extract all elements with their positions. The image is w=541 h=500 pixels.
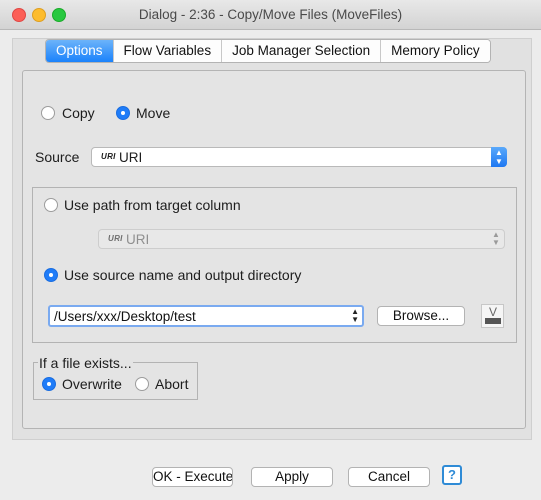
target-column-value: URI <box>126 232 150 247</box>
tab-job-manager-selection[interactable]: Job Manager Selection <box>221 40 381 62</box>
source-select[interactable]: URI URI ▲ ▼ <box>91 147 507 167</box>
apply-button[interactable]: Apply <box>251 467 333 487</box>
output-directory-combo[interactable]: /Users/xxx/Desktop/test ▲ ▼ <box>48 305 364 327</box>
tab-options[interactable]: Options <box>46 40 113 62</box>
tab-memory-policy[interactable]: Memory Policy <box>380 40 490 62</box>
title-bar: Dialog - 2:36 - Copy/Move Files (MoveFil… <box>0 0 541 30</box>
target-column-select[interactable]: URI URI ▲ ▼ <box>98 229 505 249</box>
source-select-value: URI <box>119 150 143 165</box>
variable-icon-bar <box>485 318 501 324</box>
output-directory-value: /Users/xxx/Desktop/test <box>54 309 196 324</box>
copy-label: Copy <box>62 105 95 121</box>
if-exists-legend: If a file exists... <box>38 355 133 371</box>
variable-icon: V <box>489 305 498 319</box>
use-path-label: Use path from target column <box>64 197 241 213</box>
move-radio[interactable] <box>116 106 130 120</box>
source-label: Source <box>35 149 80 165</box>
chevron-updown-icon: ▲ ▼ <box>351 307 359 324</box>
uri-type-icon: URI <box>101 152 116 161</box>
use-source-name-label: Use source name and output directory <box>64 267 302 283</box>
move-label: Move <box>136 105 171 121</box>
help-icon[interactable]: ? <box>442 465 462 485</box>
browse-button[interactable]: Browse... <box>377 306 465 326</box>
window-title: Dialog - 2:36 - Copy/Move Files (MoveFil… <box>138 7 403 22</box>
cancel-button[interactable]: Cancel <box>348 467 430 487</box>
abort-label: Abort <box>155 376 189 392</box>
tab-bar: Options Flow Variables Job Manager Selec… <box>45 39 491 63</box>
ok-execute-button[interactable]: OK - Execute <box>152 467 233 487</box>
copy-radio[interactable] <box>41 106 55 120</box>
tab-flow-variables[interactable]: Flow Variables <box>112 40 222 62</box>
use-source-name-radio[interactable] <box>44 268 58 282</box>
uri-type-icon: URI <box>108 234 123 243</box>
chevron-updown-icon: ▲ ▼ <box>492 230 500 247</box>
use-path-radio[interactable] <box>44 198 58 212</box>
flow-variable-button[interactable]: V <box>481 304 504 328</box>
overwrite-radio[interactable] <box>42 377 56 391</box>
chevron-updown-icon: ▲ ▼ <box>491 147 507 167</box>
abort-radio[interactable] <box>135 377 149 391</box>
overwrite-label: Overwrite <box>62 376 122 392</box>
